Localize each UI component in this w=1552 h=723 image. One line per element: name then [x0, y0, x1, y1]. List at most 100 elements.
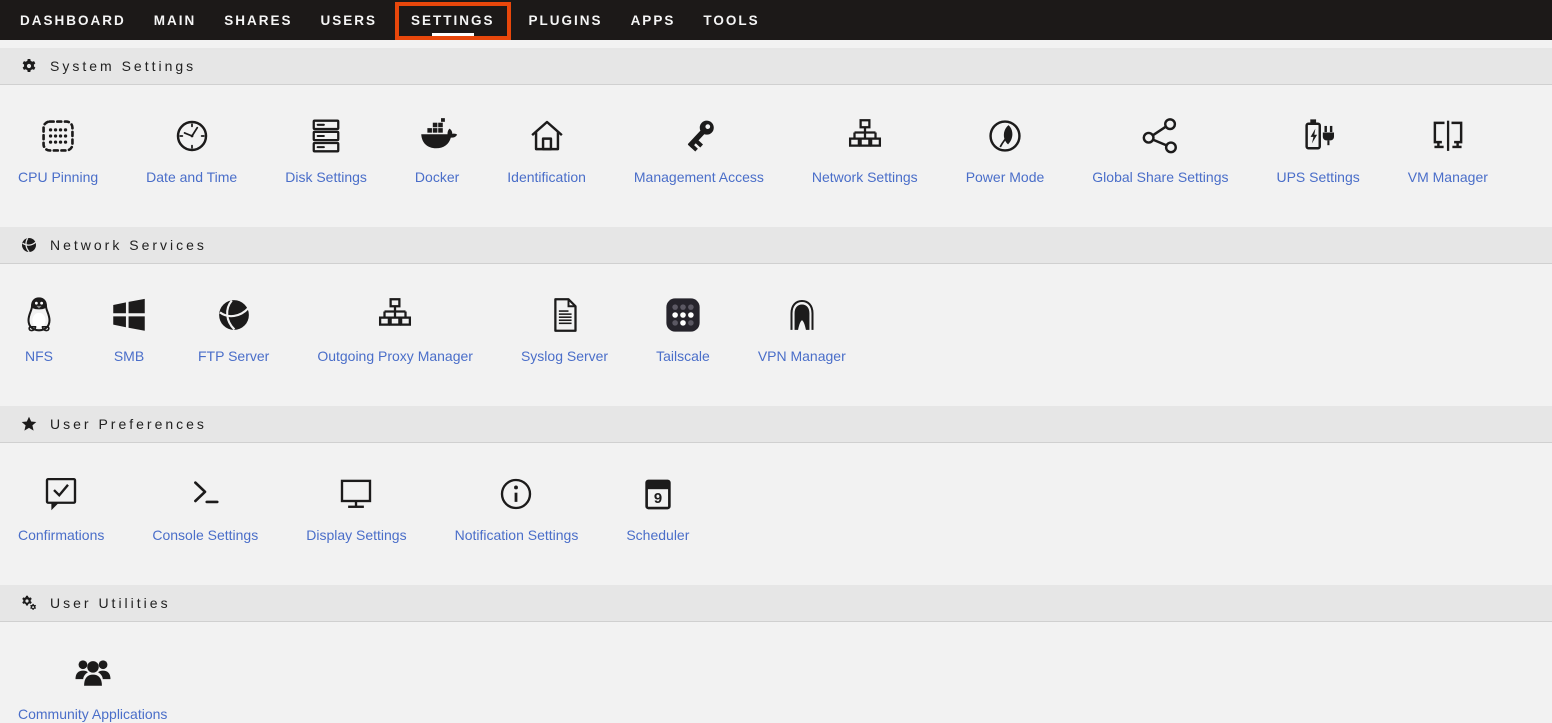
section-title: User Utilities	[50, 595, 171, 611]
item-label: Notification Settings	[455, 527, 579, 544]
section-content: Community Applications	[0, 622, 1552, 723]
battery-plug-icon	[1297, 115, 1339, 157]
item-label: Scheduler	[626, 527, 689, 544]
section-content: NFS SMB FTP Server Outgoing Proxy Manage…	[0, 264, 1552, 365]
docker-icon	[416, 115, 458, 157]
section-title: Network Services	[50, 237, 207, 253]
section-user-preferences: User Preferences Confirmations Console S…	[0, 406, 1552, 585]
user-preferences-item-display-settings[interactable]: Display Settings	[306, 471, 406, 544]
gear-icon	[21, 58, 37, 74]
leaf-circle-icon	[984, 115, 1026, 157]
sitemap-icon	[844, 115, 886, 157]
item-label: Date and Time	[146, 169, 237, 186]
user-preferences-item-notification-settings[interactable]: Notification Settings	[455, 471, 579, 544]
item-label: Power Mode	[966, 169, 1045, 186]
system-settings-item-vm-manager[interactable]: VM Manager	[1408, 113, 1488, 186]
network-services-item-nfs[interactable]: NFS	[18, 292, 60, 365]
system-settings-item-management-access[interactable]: Management Access	[634, 113, 764, 186]
user-utilities-item-community-applications[interactable]: Community Applications	[18, 650, 167, 723]
item-label: VPN Manager	[758, 348, 846, 365]
nav-item-main[interactable]: MAIN	[144, 0, 207, 40]
section-content: Confirmations Console Settings Display S…	[0, 443, 1552, 544]
system-settings-item-power-mode[interactable]: Power Mode	[966, 113, 1045, 186]
clock-icon	[171, 115, 213, 157]
item-label: Console Settings	[152, 527, 258, 544]
item-label: CPU Pinning	[18, 169, 98, 186]
system-settings-item-identification[interactable]: Identification	[507, 113, 586, 186]
item-label: VM Manager	[1408, 169, 1488, 186]
info-circle-icon	[495, 473, 537, 515]
home-icon	[526, 115, 568, 157]
nav-item-users[interactable]: USERS	[311, 0, 388, 40]
terminal-icon	[184, 473, 226, 515]
nav-item-shares[interactable]: SHARES	[214, 0, 302, 40]
nav-item-label: DASHBOARD	[20, 13, 126, 28]
nav-item-plugins[interactable]: PLUGINS	[519, 0, 613, 40]
section-header: User Preferences	[0, 406, 1552, 443]
sitemap-icon	[374, 294, 416, 336]
item-label: Network Settings	[812, 169, 918, 186]
key-icon	[678, 115, 720, 157]
nav-item-apps[interactable]: APPS	[621, 0, 686, 40]
vm-columns-icon	[1427, 115, 1469, 157]
section-header: Network Services	[0, 227, 1552, 264]
section-network-services: Network Services NFS SMB FTP Server Outg…	[0, 227, 1552, 406]
network-services-item-ftp-server[interactable]: FTP Server	[198, 292, 269, 365]
item-label: Confirmations	[18, 527, 104, 544]
top-nav: DASHBOARD MAIN SHARES USERS SETTINGS PLUGINS A…	[0, 0, 1552, 40]
section-title: System Settings	[50, 58, 196, 74]
windows-icon	[108, 294, 150, 336]
gears-icon	[21, 595, 37, 611]
item-label: Management Access	[634, 169, 764, 186]
speech-check-icon	[40, 473, 82, 515]
item-label: Syslog Server	[521, 348, 608, 365]
share-nodes-icon	[1139, 115, 1181, 157]
system-settings-item-docker[interactable]: Docker	[415, 113, 459, 186]
item-label: Disk Settings	[285, 169, 367, 186]
item-label: Tailscale	[656, 348, 710, 365]
section-header: System Settings	[0, 48, 1552, 85]
system-settings-item-global-share-settings[interactable]: Global Share Settings	[1092, 113, 1228, 186]
network-services-item-tailscale[interactable]: Tailscale	[656, 292, 710, 365]
microchip-icon	[37, 115, 79, 157]
user-preferences-item-scheduler[interactable]: Scheduler	[626, 471, 689, 544]
calendar-icon	[637, 473, 679, 515]
nav-item-label: SHARES	[224, 13, 292, 28]
tux-icon	[18, 294, 60, 336]
section-system-settings: System Settings CPU Pinning Date and Tim…	[0, 48, 1552, 227]
tailscale-icon	[662, 294, 704, 336]
star-icon	[21, 416, 37, 432]
server-stack-icon	[305, 115, 347, 157]
item-label: Community Applications	[18, 706, 167, 723]
item-label: Display Settings	[306, 527, 406, 544]
item-label: UPS Settings	[1276, 169, 1359, 186]
system-settings-item-date-and-time[interactable]: Date and Time	[146, 113, 237, 186]
nav-item-label: MAIN	[154, 13, 197, 28]
nav-item-label: PLUGINS	[529, 13, 603, 28]
wireguard-icon	[781, 294, 823, 336]
monitor-icon	[335, 473, 377, 515]
system-settings-item-cpu-pinning[interactable]: CPU Pinning	[18, 113, 98, 186]
system-settings-item-network-settings[interactable]: Network Settings	[812, 113, 918, 186]
settings-page: System Settings CPU Pinning Date and Tim…	[0, 48, 1552, 723]
item-label: Global Share Settings	[1092, 169, 1228, 186]
section-header: User Utilities	[0, 585, 1552, 622]
user-preferences-item-confirmations[interactable]: Confirmations	[18, 471, 104, 544]
users-icon	[72, 652, 114, 694]
nav-item-dashboard[interactable]: DASHBOARD	[10, 0, 136, 40]
user-preferences-item-console-settings[interactable]: Console Settings	[152, 471, 258, 544]
network-services-item-vpn-manager[interactable]: VPN Manager	[758, 292, 846, 365]
network-services-item-syslog-server[interactable]: Syslog Server	[521, 292, 608, 365]
nav-item-tools[interactable]: TOOLS	[693, 0, 769, 40]
nav-item-label: SETTINGS	[411, 13, 495, 28]
system-settings-item-disk-settings[interactable]: Disk Settings	[285, 113, 367, 186]
nav-item-settings-active-highlighted[interactable]: SETTINGS	[395, 2, 511, 40]
item-label: Identification	[507, 169, 586, 186]
network-services-item-outgoing-proxy-manager[interactable]: Outgoing Proxy Manager	[317, 292, 473, 365]
item-label: SMB	[114, 348, 144, 365]
network-services-item-smb[interactable]: SMB	[108, 292, 150, 365]
nav-item-label: USERS	[321, 13, 378, 28]
section-title: User Preferences	[50, 416, 207, 432]
system-settings-item-ups-settings[interactable]: UPS Settings	[1276, 113, 1359, 186]
item-label: Docker	[415, 169, 459, 186]
